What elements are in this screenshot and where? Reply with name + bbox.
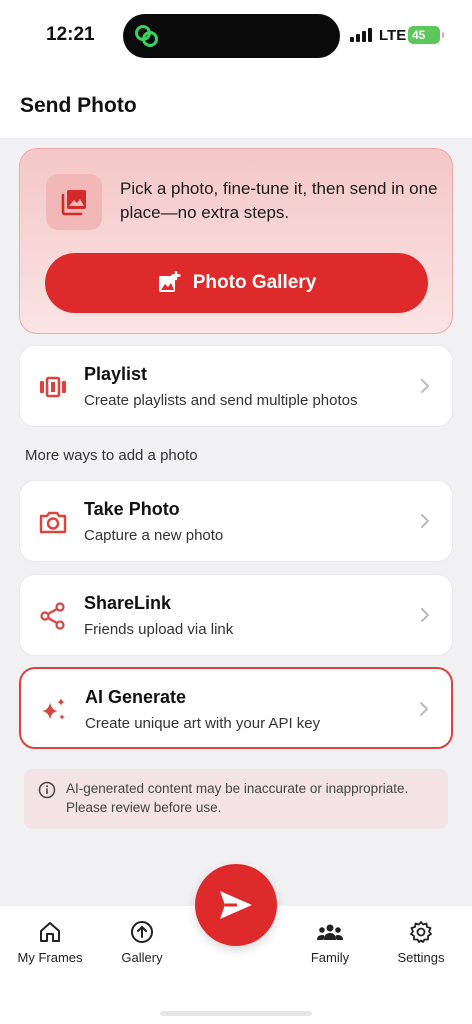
- sparkles-icon: [42, 698, 65, 720]
- home-indicator[interactable]: [160, 1011, 312, 1016]
- share-icon: [40, 602, 65, 630]
- network-type: LTE: [379, 27, 407, 44]
- home-icon: [40, 922, 60, 942]
- section-label: More ways to add a photo: [25, 447, 198, 464]
- bottom-navigation: My Frames Gallery Family Settings: [0, 864, 472, 1024]
- photo-stack-icon: [61, 190, 86, 216]
- nav-label-my-frames: My Frames: [17, 950, 83, 965]
- nav-label-settings: Settings: [397, 950, 445, 965]
- status-bar: 12:21 LTE 45: [0, 0, 472, 72]
- take-photo-card[interactable]: Take Photo Capture a new photo: [19, 480, 453, 562]
- content-area: Pick a photo, fine-tune it, then send in…: [0, 138, 472, 906]
- page-header: Send Photo: [0, 72, 472, 138]
- ai-disclaimer-text: AI-generated content may be inaccurate o…: [66, 781, 409, 815]
- ai-generate-card[interactable]: AI Generate Create unique art with your …: [19, 667, 453, 749]
- playlist-card[interactable]: Playlist Create playlists and send multi…: [19, 345, 453, 427]
- chevron-right-icon: [420, 702, 428, 716]
- playlist-subtitle: Create playlists and send multiple photo…: [84, 392, 358, 409]
- take-photo-subtitle: Capture a new photo: [84, 527, 224, 544]
- add-photo-icon: [158, 271, 181, 292]
- hero-icon-container: [46, 174, 102, 230]
- link-app-icon: [135, 25, 158, 47]
- nav-my-frames[interactable]: My Frames: [5, 920, 95, 965]
- chevron-right-icon: [421, 514, 429, 528]
- nav-label-gallery: Gallery: [121, 950, 163, 965]
- nav-gallery[interactable]: Gallery: [97, 920, 187, 965]
- family-icon: [317, 924, 343, 940]
- ai-generate-title: AI Generate: [85, 687, 187, 707]
- nav-family[interactable]: Family: [285, 920, 375, 965]
- playlist-title: Playlist: [84, 364, 148, 384]
- upload-circle-icon: [131, 921, 153, 943]
- ai-disclaimer-notice: AI-generated content may be inaccurate o…: [24, 769, 448, 829]
- page-title: Send Photo: [20, 94, 137, 117]
- photo-gallery-hero-card: Pick a photo, fine-tune it, then send in…: [19, 148, 453, 334]
- ai-generate-subtitle: Create unique art with your API key: [85, 715, 321, 732]
- sharelink-title: ShareLink: [84, 593, 172, 613]
- send-button[interactable]: [195, 864, 277, 946]
- info-icon: [38, 781, 56, 799]
- chevron-right-icon: [421, 379, 429, 393]
- photo-gallery-button-label: Photo Gallery: [192, 272, 317, 293]
- sharelink-subtitle: Friends upload via link: [84, 621, 234, 638]
- nav-label-family: Family: [310, 950, 350, 965]
- dynamic-island: [123, 14, 340, 58]
- camera-icon: [39, 511, 67, 534]
- gear-icon: [410, 921, 432, 943]
- status-time: 12:21: [46, 24, 95, 45]
- nav-settings[interactable]: Settings: [376, 920, 466, 965]
- sharelink-card[interactable]: ShareLink Friends upload via link: [19, 574, 453, 656]
- signal-icon: [350, 28, 372, 42]
- photo-gallery-button[interactable]: Photo Gallery: [45, 253, 428, 313]
- hero-description: Pick a photo, fine-tune it, then send in…: [120, 179, 438, 222]
- battery-indicator: 45: [408, 26, 444, 44]
- take-photo-title: Take Photo: [84, 499, 180, 519]
- playlist-icon: [40, 376, 66, 398]
- send-icon: [220, 891, 252, 919]
- chevron-right-icon: [421, 608, 429, 622]
